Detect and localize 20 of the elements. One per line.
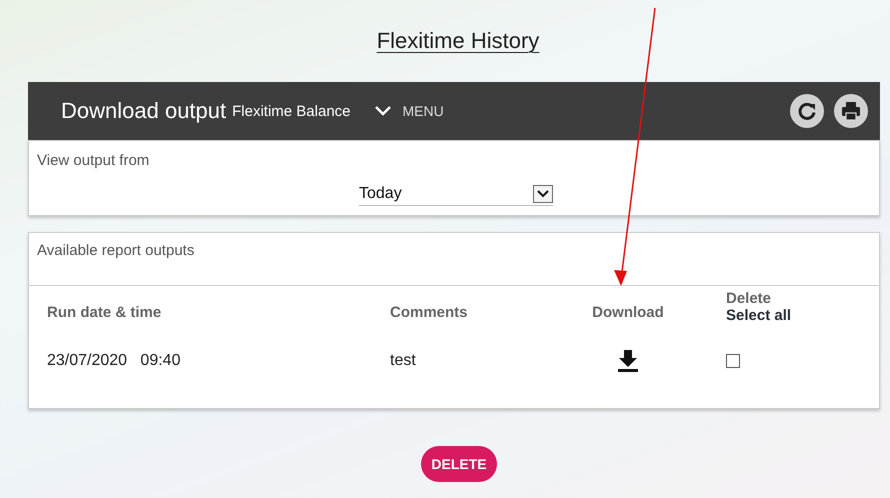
table-cell-text: 23/07/2020 09:40 [47,351,182,370]
period-dropdown[interactable]: Today [359,183,553,206]
select-all-link[interactable]: Select all [726,307,879,324]
view-output-label: View output from [37,152,150,169]
refresh-icon[interactable] [790,94,824,128]
header-title: Download output [61,98,226,124]
table-cell-text: test [390,351,417,370]
chevron-down-icon[interactable] [374,106,391,116]
delete-checkbox[interactable] [726,354,740,368]
page-title: Flexitime History [376,28,540,55]
print-icon[interactable] [834,94,868,128]
outputs-title: Available report outputs [37,242,194,261]
column-header: Download [592,302,664,320]
menu-link[interactable]: MENU [402,103,444,119]
download-icon[interactable] [618,350,638,372]
column-header: Run date & time [47,302,162,320]
delete-button[interactable]: DELETE [421,446,497,482]
column-header: Comments [390,302,469,320]
column-header: Delete [726,290,772,307]
report-name: Flexitime Balance [232,102,351,120]
